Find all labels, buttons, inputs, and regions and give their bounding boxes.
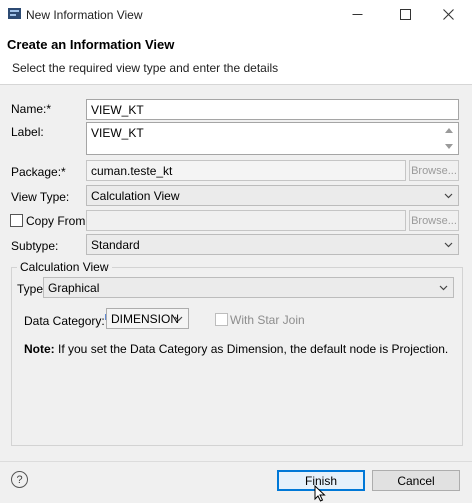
view-type-value: Calculation View (91, 189, 180, 203)
window-title: New Information View (26, 8, 143, 22)
scroll-up-icon[interactable] (445, 128, 453, 133)
maximize-icon (399, 9, 411, 20)
package-field[interactable]: cuman.teste_kt (86, 160, 406, 181)
scroll-down-icon[interactable] (445, 144, 453, 149)
name-label: Name:* (11, 102, 52, 116)
close-button[interactable] (425, 0, 471, 29)
chevron-down-icon (174, 316, 183, 322)
copy-from-checkbox[interactable] (10, 214, 23, 227)
title-bar: New Information View (0, 0, 472, 29)
package-browse-button[interactable]: Browse... (409, 160, 459, 181)
note-body: If you set the Data Category as Dimensio… (54, 342, 449, 356)
label-textarea[interactable]: VIEW_KT (86, 122, 459, 155)
subtype-dropdown[interactable]: Standard (86, 234, 459, 255)
minimize-icon (352, 14, 362, 15)
data-category-label-text: Data Category: (24, 314, 105, 328)
data-category-dropdown[interactable]: DIMENSION (106, 308, 189, 329)
name-field[interactable]: VIEW_KT (86, 99, 459, 120)
copy-from-label: Copy From: (26, 214, 89, 228)
cancel-button[interactable]: Cancel (372, 470, 460, 491)
data-category-value: DIMENSION (111, 312, 180, 326)
copy-from-field[interactable] (86, 210, 406, 231)
type-dropdown[interactable]: Graphical (43, 277, 454, 298)
calculation-view-group-title: Calculation View (17, 260, 112, 274)
chevron-down-icon (444, 193, 453, 199)
subtype-value: Standard (91, 238, 140, 252)
help-icon: ? (16, 473, 23, 486)
wizard-header: Create an Information View Select the re… (0, 29, 472, 85)
package-label: Package:* (11, 165, 66, 179)
label-label: Label: (11, 125, 44, 139)
page-title: Create an Information View (7, 37, 175, 52)
minimize-button[interactable] (334, 0, 380, 29)
page-description: Select the required view type and enter … (12, 61, 279, 75)
type-value: Graphical (48, 281, 100, 295)
label-textarea-value: VIEW_KT (91, 126, 144, 140)
copy-from-browse-button[interactable]: Browse... (409, 210, 459, 231)
chevron-down-icon (444, 242, 453, 248)
mouse-cursor-icon (314, 485, 326, 502)
view-type-dropdown[interactable]: Calculation View (86, 185, 459, 206)
maximize-button[interactable] (382, 0, 428, 29)
star-join-label: With Star Join (230, 313, 305, 327)
eclipse-app-icon (8, 8, 21, 19)
subtype-label: Subtype: (11, 239, 59, 253)
data-category-label: Data Category:B (24, 313, 111, 328)
help-button[interactable]: ? (11, 471, 28, 488)
type-label: Type: (17, 282, 47, 296)
close-icon (442, 9, 454, 20)
note-label: Note: (24, 342, 55, 356)
chevron-down-icon (439, 285, 448, 291)
view-type-label: View Type: (11, 190, 70, 204)
star-join-checkbox[interactable] (215, 313, 228, 326)
note-text: Note: If you set the Data Category as Di… (24, 342, 454, 356)
